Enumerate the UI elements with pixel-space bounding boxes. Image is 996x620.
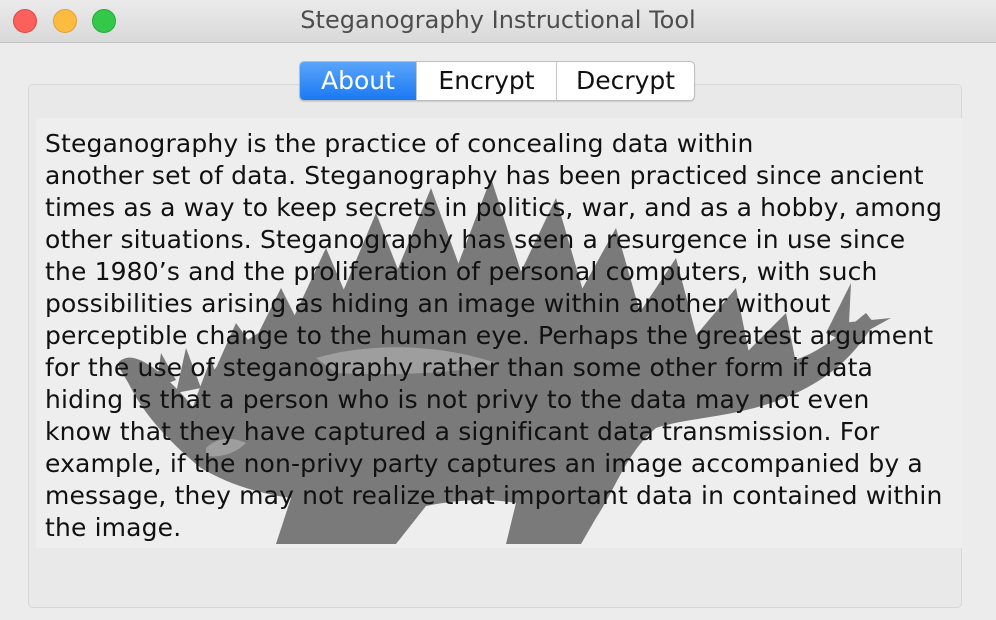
tab-encrypt[interactable]: Encrypt — [416, 62, 556, 100]
tab-about[interactable]: About — [300, 62, 416, 100]
window-titlebar: Steganography Instructional Tool — [0, 0, 996, 43]
about-content-area: Steganography is the practice of conceal… — [36, 118, 962, 548]
window-title: Steganography Instructional Tool — [300, 6, 696, 34]
tab-decrypt[interactable]: Decrypt — [556, 62, 694, 100]
about-description-text: Steganography is the practice of conceal… — [45, 129, 943, 542]
tab-bar: About Encrypt Decrypt — [299, 61, 695, 101]
